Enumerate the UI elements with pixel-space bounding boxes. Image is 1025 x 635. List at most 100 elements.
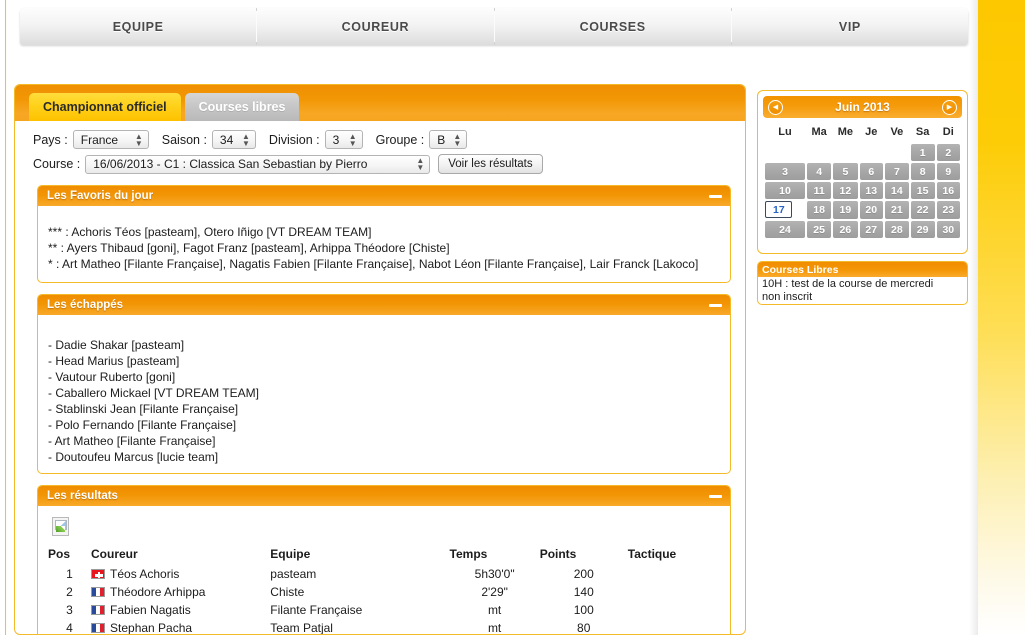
panel-header: Les échappés	[38, 295, 730, 315]
chevron-updown-icon: ▲ ▼	[348, 131, 357, 148]
calendar-day[interactable]: 29	[910, 221, 935, 238]
cell-pos: 1	[66, 567, 73, 581]
main-content-card: Championnat officiel Courses libres Pays…	[14, 84, 746, 635]
calendar-day[interactable]: 18	[807, 201, 832, 219]
collapse-minus-icon[interactable]	[709, 303, 722, 307]
nav-item-coureur[interactable]: COUREUR	[257, 8, 495, 45]
tab-courses-libres[interactable]: Courses libres	[184, 93, 300, 121]
table-row[interactable]: 4 Stephan Pacha Team Patjal mt 80	[48, 619, 720, 635]
favoris-line: ** : Ayers Thibaud [goni], Fagot Franz […	[48, 241, 450, 255]
course-select-value: 16/06/2013 - C1 : Classica San Sebastian…	[93, 157, 368, 171]
division-label: Division :	[268, 132, 320, 147]
calendar-week-row: 17 18 19 20 21 22 23	[765, 201, 960, 219]
cell-temps: mt	[487, 621, 502, 635]
collapse-minus-icon[interactable]	[709, 194, 722, 198]
calendar-day[interactable]: 15	[910, 182, 935, 199]
calendar-day[interactable]: 20	[859, 201, 884, 219]
saison-select[interactable]: 34 ▲ ▼	[211, 130, 256, 149]
calendar-day[interactable]: 27	[859, 221, 884, 238]
calendar-day[interactable]: 12	[833, 182, 858, 199]
calendar-day[interactable]: 8	[910, 163, 935, 180]
course-select[interactable]: 16/06/2013 - C1 : Classica San Sebastian…	[85, 154, 431, 174]
collapse-minus-icon[interactable]	[709, 494, 722, 498]
column-header-temps: Temps	[449, 547, 488, 561]
list-item: - Doutoufeu Marcus [lucie team]	[48, 450, 219, 464]
tab-championnat-officiel[interactable]: Championnat officiel	[29, 93, 181, 121]
calendar-day[interactable]: 6	[859, 163, 884, 180]
calendar-day[interactable]: 28	[885, 221, 909, 238]
calendar-day[interactable]: 22	[910, 201, 935, 219]
flag-fr-icon	[91, 587, 106, 597]
chevron-updown-icon: ▲ ▼	[242, 131, 250, 148]
calendar-prev-icon[interactable]: ◀	[768, 99, 783, 115]
calendar-day[interactable]: 25	[807, 221, 832, 238]
calendar-day[interactable]: 16	[936, 182, 960, 199]
calendar-next-icon[interactable]: ▶	[942, 99, 957, 115]
chevron-updown-icon: ▲ ▼	[453, 131, 462, 148]
courses-libres-header: Courses Libres	[758, 262, 967, 277]
list-item: - Caballero Mickael [VT DREAM TEAM]	[48, 386, 259, 400]
table-row[interactable]: 3 Fabien Nagatis Filante Française mt 100	[48, 601, 720, 619]
calendar-day[interactable]: 17	[765, 201, 792, 219]
groupe-select[interactable]: B ▲ ▼	[429, 130, 468, 149]
calendar-weekday: Di	[942, 126, 954, 138]
cell-coureur: Téos Achoris	[91, 565, 270, 583]
calendar-day[interactable]: 7	[885, 163, 909, 180]
flag-ch-icon	[91, 569, 106, 579]
calendar-header: ◀ Juin 2013 ▶	[763, 96, 962, 118]
calendar-day[interactable]: 9	[936, 163, 960, 180]
nav-item-label: EQUIPE	[112, 19, 164, 34]
nav-item-equipe[interactable]: EQUIPE	[20, 8, 258, 45]
broken-image-icon	[52, 517, 69, 536]
page-root: EQUIPE COUREUR COURSES VIP Championnat o…	[0, 0, 1025, 635]
favoris-line: * : Art Matheo [Filante Française], Naga…	[48, 257, 699, 271]
cell-tactique	[628, 565, 720, 583]
cell-pos: 4	[66, 621, 73, 635]
voir-les-resultats-button[interactable]: Voir les résultats	[438, 154, 543, 174]
calendar-day[interactable]: 30	[936, 221, 960, 238]
calendar-day[interactable]: 14	[885, 182, 909, 199]
courses-libres-card: Courses Libres 10H : test de la course d…	[757, 261, 968, 305]
table-row[interactable]: 2 Théodore Arhippa Chiste 2'29" 140	[48, 583, 720, 601]
calendar-day-empty	[860, 144, 884, 161]
cell-temps: 2'29"	[481, 585, 508, 599]
calendar-day[interactable]: 5	[833, 163, 858, 180]
filter-row-primary: Pays : France ▲ ▼ Saison : 34 ▲ ▼ Division…	[33, 130, 745, 149]
cell-equipe: pasteam	[270, 567, 317, 581]
courses-libres-body: 10H : test de la course de mercredi non …	[758, 277, 967, 304]
calendar-widget: ◀ Juin 2013 ▶ Lu Ma Me Je Ve Sa Di 1 2 3 4 5 6 7 8 9 10…	[757, 90, 968, 254]
list-item: - Dadie Shakar [pasteam]	[48, 338, 185, 352]
calendar-day[interactable]: 4	[807, 163, 832, 180]
calendar-day[interactable]: 1	[910, 144, 935, 161]
panel-header: Les Favoris du jour	[38, 186, 730, 206]
calendar-day[interactable]: 24	[765, 221, 805, 238]
saison-label: Saison :	[161, 132, 207, 147]
rider-name: Stephan Pacha	[110, 621, 193, 635]
division-select-value: 3	[332, 132, 340, 147]
calendar-day[interactable]: 11	[807, 182, 832, 199]
nav-item-courses[interactable]: COURSES	[495, 8, 733, 45]
rider-name: Fabien Nagatis	[110, 603, 191, 617]
pays-select-value: France	[80, 132, 119, 147]
tab-label: Courses libres	[198, 100, 286, 114]
calendar-day[interactable]: 21	[885, 201, 909, 219]
calendar-day-empty	[833, 144, 857, 161]
table-row[interactable]: 1 Téos Achoris pasteam 5h30'0" 200	[48, 565, 720, 583]
division-select[interactable]: 3 ▲ ▼	[324, 130, 363, 149]
calendar-day[interactable]: 10	[765, 182, 805, 199]
calendar-day[interactable]: 2	[936, 144, 960, 161]
top-navigation: EQUIPE COUREUR COURSES VIP	[20, 8, 968, 45]
column-header-tactique: Tactique	[627, 547, 677, 561]
panel-title-resultats: Les résultats	[47, 490, 118, 502]
calendar-day[interactable]: 23	[936, 201, 960, 219]
panel-header: Les résultats	[38, 486, 730, 506]
calendar-day[interactable]: 19	[833, 201, 858, 219]
calendar-day[interactable]: 3	[765, 163, 805, 180]
panel-body-echappes: - Dadie Shakar [pasteam] - Head Marius […	[38, 315, 730, 473]
pays-select[interactable]: France ▲ ▼	[72, 130, 149, 149]
rider-name: Téos Achoris	[110, 567, 180, 581]
favoris-line: *** : Achoris Téos [pasteam], Otero Iñig…	[48, 225, 372, 239]
nav-item-vip[interactable]: VIP	[732, 8, 968, 45]
calendar-day[interactable]: 13	[859, 182, 884, 199]
calendar-day[interactable]: 26	[833, 221, 858, 238]
